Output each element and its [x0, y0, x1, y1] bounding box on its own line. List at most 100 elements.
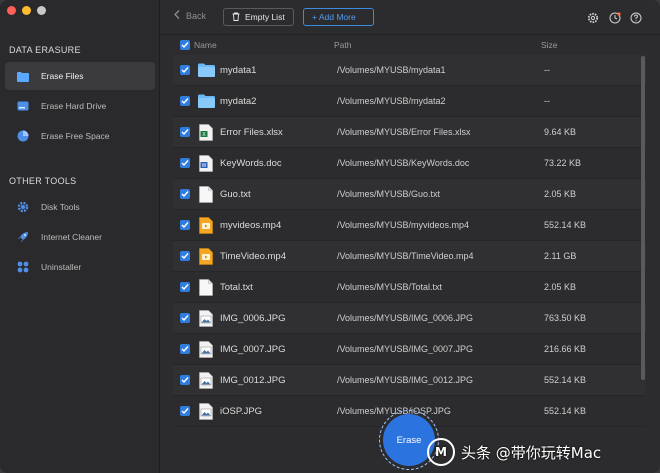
select-all-checkbox[interactable]	[180, 39, 190, 50]
table-body: mydata1/Volumes/MYUSB/mydata1 -- mydata2/V…	[173, 55, 646, 427]
image-file-icon	[197, 309, 215, 327]
word-file-icon: W	[197, 154, 215, 172]
header-size[interactable]: Size	[541, 40, 631, 50]
file-size: 552.14 KB	[544, 220, 587, 230]
row-checkbox[interactable]	[180, 127, 190, 137]
file-name: IMG_0012.JPG	[220, 374, 286, 386]
empty-list-label: Empty List	[245, 12, 285, 22]
file-size: 552.14 KB	[544, 375, 587, 385]
file-path: /Volumes/MYUSB/KeyWords.doc	[337, 158, 470, 168]
table-row[interactable]: TimeVideo.mp4/Volumes/MYUSB/TimeVideo.mp…	[173, 241, 646, 272]
file-path: /Volumes/MYUSB/mydata2	[337, 96, 446, 106]
file-size: --	[544, 65, 550, 75]
sidebar-item-erase-free-space[interactable]: Erase Free Space	[5, 122, 155, 150]
sidebar-item-internet-cleaner[interactable]: Internet Cleaner	[5, 223, 155, 251]
file-name: IMG_0007.JPG	[220, 343, 286, 355]
sidebar-item-label: Disk Tools	[41, 202, 80, 212]
back-button-label: Back	[186, 10, 207, 21]
row-checkbox[interactable]	[180, 344, 190, 354]
file-size: 73.22 KB	[544, 158, 582, 168]
table-row[interactable]: W KeyWords.doc/Volumes/MYUSB/KeyWords.doc…	[173, 148, 646, 179]
pie-chart-icon	[17, 130, 29, 142]
sidebar-item-erase-hard-drive[interactable]: Erase Hard Drive	[5, 92, 155, 120]
file-size: 2.05 KB	[544, 189, 577, 199]
zoom-window-button[interactable]	[37, 6, 46, 15]
toolbar: Back Empty List + Add More	[160, 0, 660, 35]
trash-icon	[232, 12, 240, 23]
file-size: 216.66 KB	[544, 344, 587, 354]
file-size: 2.11 GB	[544, 251, 577, 261]
image-file-icon	[197, 371, 215, 389]
file-name: iOSP.JPG	[220, 405, 263, 417]
table-row[interactable]: IMG_0007.JPG/Volumes/MYUSB/IMG_0007.JPG 2…	[173, 334, 646, 365]
row-checkbox[interactable]	[180, 375, 190, 385]
row-checkbox[interactable]	[180, 158, 190, 168]
table-header: Name Path Size	[173, 34, 646, 55]
file-size: 552.14 KB	[544, 406, 587, 416]
close-window-button[interactable]	[7, 6, 16, 15]
watermark: M 头条 @带你玩转Mac	[427, 438, 601, 466]
row-checkbox[interactable]	[180, 189, 190, 199]
folder-icon	[17, 70, 29, 82]
section-title-other-tools: OTHER TOOLS	[9, 176, 77, 186]
empty-list-button[interactable]: Empty List	[223, 8, 294, 26]
settings-gear-icon[interactable]	[587, 11, 599, 24]
table-row[interactable]: mydata2/Volumes/MYUSB/mydata2 --	[173, 86, 646, 117]
row-checkbox[interactable]	[180, 406, 190, 416]
file-size: 2.05 KB	[544, 282, 577, 292]
table-row[interactable]: Total.txt/Volumes/MYUSB/Total.txt 2.05 KB	[173, 272, 646, 303]
table-row[interactable]: myvideos.mp4/Volumes/MYUSB/myvideos.mp4 5…	[173, 210, 646, 241]
help-icon[interactable]	[630, 11, 642, 24]
file-path: /Volumes/MYUSB/Guo.txt	[337, 189, 441, 199]
sidebar: DATA ERASURE Erase Files Erase Hard Driv…	[0, 0, 160, 473]
file-path: /Volumes/MYUSB/TimeVideo.mp4	[337, 251, 474, 261]
row-checkbox[interactable]	[180, 96, 190, 106]
excel-file-icon: X	[197, 123, 215, 141]
file-name: mydata2	[220, 95, 257, 107]
gear-icon	[17, 201, 29, 213]
scrollbar[interactable]	[641, 56, 645, 380]
add-more-button[interactable]: + Add More	[303, 8, 374, 26]
file-path: /Volumes/MYUSB/Total.txt	[337, 282, 443, 292]
header-path[interactable]: Path	[334, 40, 541, 50]
row-checkbox[interactable]	[180, 65, 190, 75]
row-checkbox[interactable]	[180, 251, 190, 261]
row-checkbox[interactable]	[180, 313, 190, 323]
header-name[interactable]: Name	[194, 40, 334, 50]
sidebar-item-label: Erase Files	[41, 71, 84, 81]
file-path: /Volumes/MYUSB/IMG_0007.JPG	[337, 344, 474, 354]
history-clock-icon[interactable]	[609, 11, 621, 24]
section-title-data-erasure: DATA ERASURE	[9, 45, 81, 55]
text-file-icon	[197, 185, 215, 203]
file-size: --	[544, 96, 550, 106]
file-path: /Volumes/MYUSB/Error Files.xlsx	[337, 127, 471, 137]
file-path: /Volumes/MYUSB/IMG_0012.JPG	[337, 375, 474, 385]
sidebar-item-label: Erase Hard Drive	[41, 101, 107, 111]
minimize-window-button[interactable]	[22, 6, 31, 15]
sidebar-item-uninstaller[interactable]: Uninstaller	[5, 253, 155, 281]
app-window: DATA ERASURE Erase Files Erase Hard Driv…	[0, 0, 660, 473]
file-size: 763.50 KB	[544, 313, 587, 323]
file-name: myvideos.mp4	[220, 219, 282, 231]
file-name: TimeVideo.mp4	[220, 250, 287, 262]
row-checkbox[interactable]	[180, 282, 190, 292]
sidebar-item-disk-tools[interactable]: Disk Tools	[5, 193, 155, 221]
rocket-icon	[17, 231, 29, 243]
sidebar-item-label: Internet Cleaner	[41, 232, 102, 242]
video-file-icon	[197, 216, 215, 234]
back-button[interactable]: Back	[174, 10, 206, 21]
sidebar-item-erase-files[interactable]: Erase Files	[5, 62, 155, 90]
folder-icon	[197, 61, 215, 79]
video-file-icon	[197, 247, 215, 265]
table-row[interactable]: X Error Files.xlsx/Volumes/MYUSB/Error Fi…	[173, 117, 646, 148]
table-row[interactable]: Guo.txt/Volumes/MYUSB/Guo.txt 2.05 KB	[173, 179, 646, 210]
table-row[interactable]: IMG_0006.JPG/Volumes/MYUSB/IMG_0006.JPG 7…	[173, 303, 646, 334]
row-checkbox[interactable]	[180, 220, 190, 230]
watermark-logo: M	[427, 438, 455, 466]
watermark-text: 头条 @带你玩转Mac	[461, 443, 602, 462]
file-size: 9.64 KB	[544, 127, 577, 137]
image-file-icon	[197, 402, 215, 420]
table-row[interactable]: mydata1/Volumes/MYUSB/mydata1 --	[173, 55, 646, 86]
table-row[interactable]: IMG_0012.JPG/Volumes/MYUSB/IMG_0012.JPG 5…	[173, 365, 646, 396]
text-file-icon	[197, 278, 215, 296]
